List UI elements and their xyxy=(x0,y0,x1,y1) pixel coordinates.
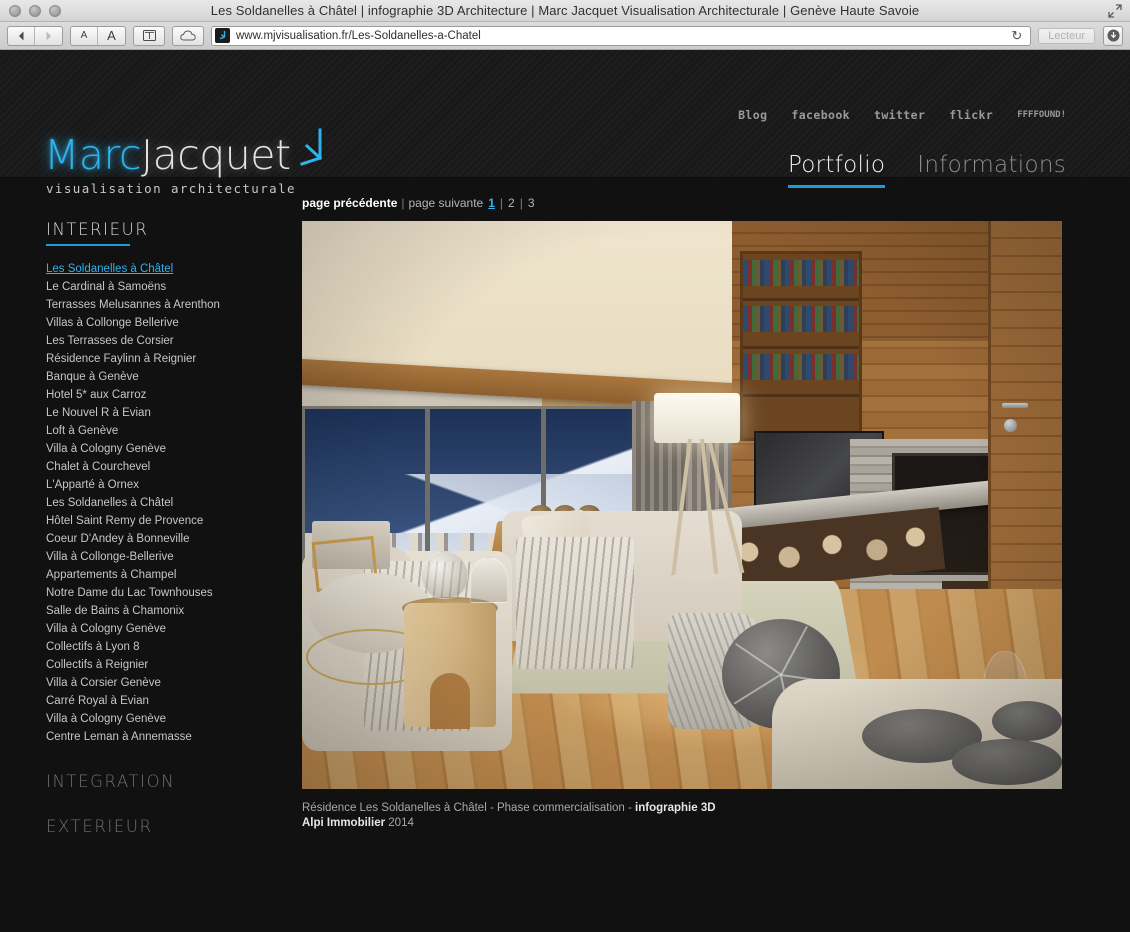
render-door-lock xyxy=(1004,419,1017,432)
sidebar-list-interieur: Les Soldanelles à Châtel Le Cardinal à Sa… xyxy=(46,260,302,746)
sidebar-item[interactable]: Villa à Cologny Genève xyxy=(46,620,302,638)
window-title: Les Soldanelles à Châtel | infographie 3… xyxy=(210,3,920,18)
main-column: page précédente | page suivante 1 | 2 | … xyxy=(302,196,1130,836)
sidebar-item[interactable]: Carré Royal à Evian xyxy=(46,692,302,710)
logo-arrow-icon xyxy=(294,128,324,175)
render-knit-throw-right xyxy=(516,537,634,669)
back-arrow-icon[interactable] xyxy=(8,26,35,45)
sidebar-item[interactable]: Résidence Faylinn à Reignier xyxy=(46,350,302,368)
text-larger-icon[interactable]: A xyxy=(98,27,125,45)
main-navigation: Portfolio Informations xyxy=(787,152,1066,188)
sidebar-item[interactable]: Notre Dame du Lac Townhouses xyxy=(46,584,302,602)
sidebar-item[interactable]: Salle de Bains à Chamonix xyxy=(46,602,302,620)
social-link-flickr[interactable]: flickr xyxy=(949,108,993,122)
site-logo[interactable]: Marc Jacquet visualisation architectural… xyxy=(44,128,324,196)
sidebar-item[interactable]: Chalet à Courchevel xyxy=(46,458,302,476)
sidebar-heading-exterieur[interactable]: EXTERIEUR xyxy=(46,817,302,836)
image-caption: Résidence Les Soldanelles à Châtel - Pha… xyxy=(302,801,1070,831)
social-link-facebook[interactable]: facebook xyxy=(791,108,850,122)
pagination: page précédente | page suivante 1 | 2 | … xyxy=(302,196,1070,210)
sidebar-item[interactable]: Villa à Collonge-Bellerive xyxy=(46,548,302,566)
address-bar[interactable]: www.mjvisualisation.fr/Les-Soldanelles-a… xyxy=(211,25,1032,46)
render-door-handle xyxy=(1002,403,1028,408)
reload-icon[interactable]: ↻ xyxy=(1006,28,1027,44)
render-stump-notch xyxy=(430,673,470,729)
sidebar-heading-integration[interactable]: INTEGRATION xyxy=(46,772,302,791)
nav-item-informations[interactable]: Informations xyxy=(917,152,1066,185)
sidebar-item[interactable]: Le Nouvel R à Evian xyxy=(46,404,302,422)
sidebar-heading-underline xyxy=(46,244,130,246)
browser-toolbar: A A www.mjvisualisation.fr/Les-Soldanell… xyxy=(0,22,1130,50)
site-header: Marc Jacquet visualisation architectural… xyxy=(0,50,1130,196)
logo-text-secondary: Jacquet xyxy=(141,131,291,179)
social-link-ffffound[interactable]: FFFFOUND! xyxy=(1017,110,1066,120)
url-text: www.mjvisualisation.fr/Les-Soldanelles-a… xyxy=(236,29,481,42)
reader-toggle-group xyxy=(133,25,165,46)
sidebar-item[interactable]: Loft à Genève xyxy=(46,422,302,440)
reader-button[interactable]: Lecteur xyxy=(1038,27,1095,44)
sidebar-item[interactable]: Appartements à Champel xyxy=(46,566,302,584)
caption-type: infographie 3D xyxy=(635,802,716,814)
sidebar: INTERIEUR Les Soldanelles à Châtel Le Car… xyxy=(0,196,302,836)
sidebar-item[interactable]: Villa à Cologny Genève xyxy=(46,440,302,458)
render-foreground-pillow-3 xyxy=(992,701,1062,741)
pagination-separator: | xyxy=(401,196,405,210)
logo-text-primary: Marc xyxy=(44,131,142,179)
sidebar-item[interactable]: Terrasses Melusannes à Arenthon xyxy=(46,296,302,314)
sidebar-item[interactable]: Collectifs à Lyon 8 xyxy=(46,638,302,656)
sidebar-item[interactable]: Villa à Corsier Genève xyxy=(46,674,302,692)
render-glass-cloche xyxy=(470,557,508,603)
render-floor-lamp-shade xyxy=(654,393,740,443)
nav-buttons-group xyxy=(7,25,63,46)
render-bookshelf xyxy=(740,251,862,441)
site-favicon-icon xyxy=(215,28,230,43)
sidebar-item[interactable]: Villas à Collonge Bellerive xyxy=(46,314,302,332)
caption-year: 2014 xyxy=(385,817,414,829)
social-link-twitter[interactable]: twitter xyxy=(874,108,925,122)
sidebar-item[interactable]: Banque à Genève xyxy=(46,368,302,386)
sidebar-item[interactable]: L'Apparté à Ornex xyxy=(46,476,302,494)
browser-window: Les Soldanelles à Châtel | infographie 3… xyxy=(0,0,1130,932)
text-size-group: A A xyxy=(70,25,126,46)
social-links: Blog facebook twitter flickr FFFFOUND! xyxy=(738,108,1066,122)
sidebar-item[interactable]: Centre Leman à Annemasse xyxy=(46,728,302,746)
pagination-page-1[interactable]: 1 xyxy=(487,196,496,210)
pagination-previous[interactable]: page précédente xyxy=(302,196,397,210)
icloud-icon[interactable] xyxy=(173,27,203,45)
pagination-separator-3: | xyxy=(519,196,523,210)
pagination-page-3[interactable]: 3 xyxy=(527,196,536,210)
sidebar-item[interactable]: Collectifs à Reignier xyxy=(46,656,302,674)
logo-tagline: visualisation architecturale xyxy=(46,181,296,196)
render-lamp-base xyxy=(670,573,728,581)
page-content: INTERIEUR Les Soldanelles à Châtel Le Car… xyxy=(0,178,1130,836)
sidebar-item[interactable]: Les Soldanelles à Châtel xyxy=(46,494,302,512)
forward-arrow-icon[interactable] xyxy=(35,27,62,45)
pagination-separator-2: | xyxy=(499,196,504,210)
book-icon[interactable] xyxy=(134,27,164,45)
window-titlebar: Les Soldanelles à Châtel | infographie 3… xyxy=(0,0,1130,22)
pagination-page-2[interactable]: 2 xyxy=(507,196,516,210)
sidebar-item[interactable]: Villa à Cologny Genève xyxy=(46,710,302,728)
nav-item-portfolio[interactable]: Portfolio xyxy=(787,152,886,188)
caption-project-text: Résidence Les Soldanelles à Châtel - Pha… xyxy=(302,802,636,814)
sidebar-item[interactable]: Le Cardinal à Samoëns xyxy=(46,278,302,296)
download-icon[interactable] xyxy=(1103,25,1123,46)
gallery-image[interactable] xyxy=(302,221,1062,789)
pagination-next[interactable]: page suivante xyxy=(409,196,484,210)
social-link-blog[interactable]: Blog xyxy=(738,108,767,122)
fullscreen-icon[interactable] xyxy=(1108,4,1122,18)
text-smaller-icon[interactable]: A xyxy=(71,26,98,45)
web-page: Marc Jacquet visualisation architectural… xyxy=(0,50,1130,932)
caption-client: Alpi Immobilier xyxy=(302,817,386,829)
sidebar-item[interactable]: Les Soldanelles à Châtel xyxy=(46,260,302,278)
icloud-group xyxy=(172,25,204,46)
sidebar-item[interactable]: Les Terrasses de Corsier xyxy=(46,332,302,350)
sidebar-item[interactable]: Coeur D'Andey à Bonneville xyxy=(46,530,302,548)
render-glass-vase xyxy=(422,551,468,599)
sidebar-item[interactable]: Hôtel Saint Remy de Provence xyxy=(46,512,302,530)
render-foreground-pillow-2 xyxy=(952,739,1062,785)
sidebar-item[interactable]: Hotel 5* aux Carroz xyxy=(46,386,302,404)
sidebar-heading-interieur[interactable]: INTERIEUR xyxy=(46,220,302,239)
